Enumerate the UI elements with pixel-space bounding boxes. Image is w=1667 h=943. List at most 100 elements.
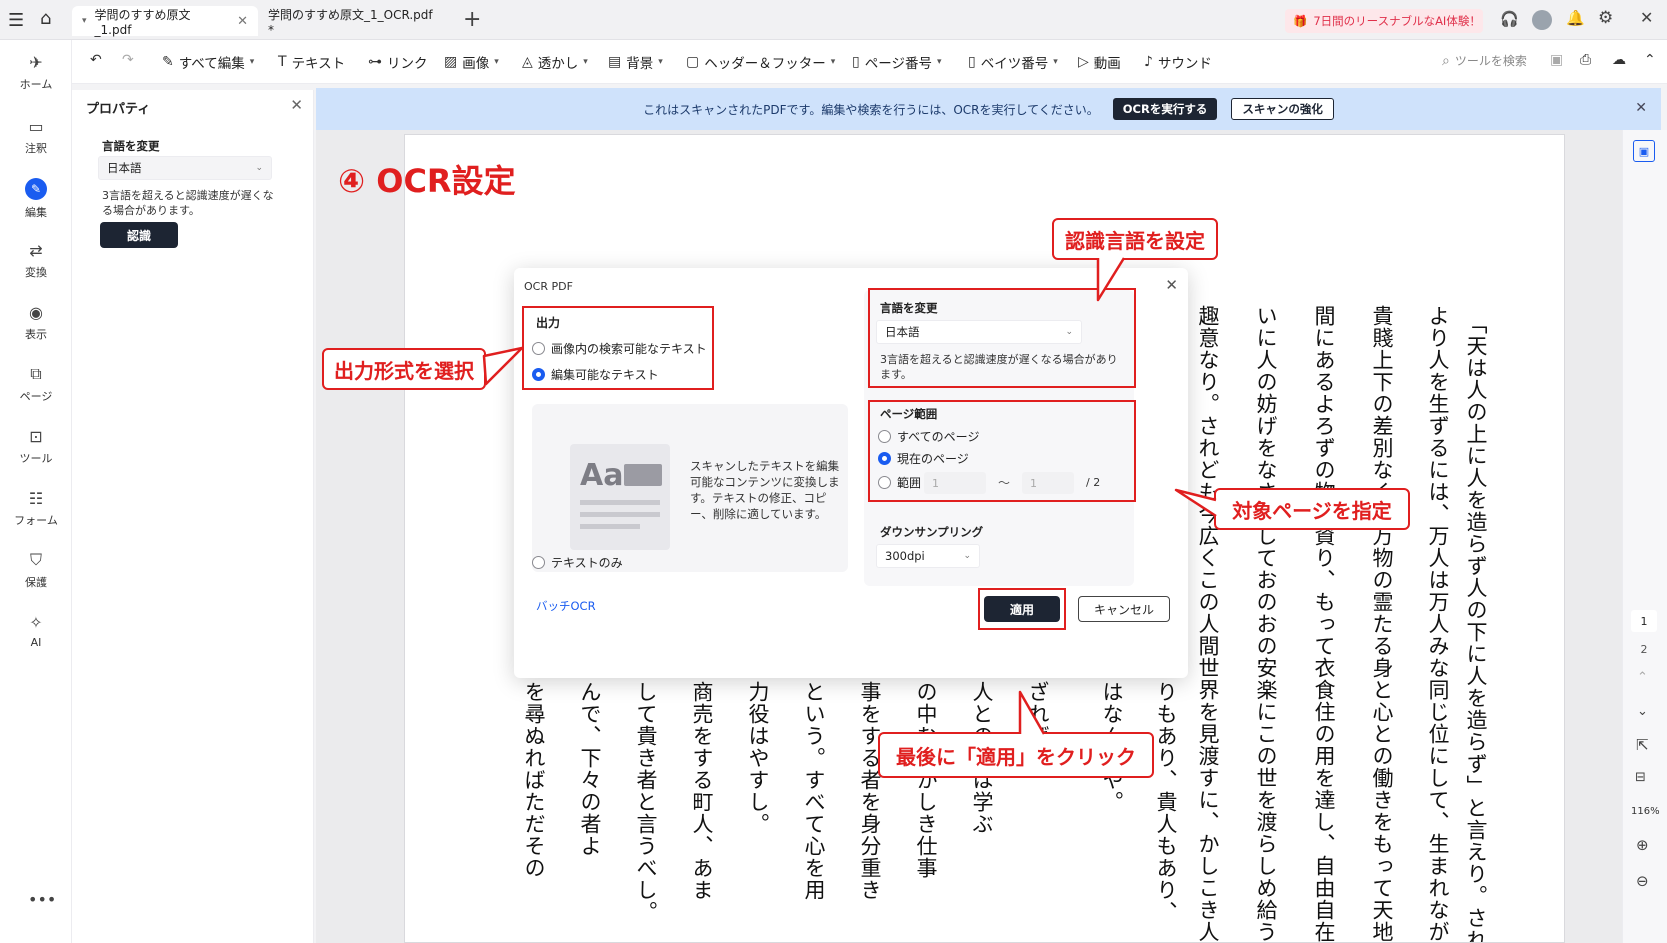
page-thumbnail-icon[interactable]: ▣ bbox=[1633, 140, 1655, 162]
tool-search-label: ツールを検索 bbox=[1454, 54, 1527, 68]
header-footer-button[interactable]: ▢ ヘッダー＆フッター ▾ bbox=[686, 52, 835, 72]
edit-all-button[interactable]: ✎ すべて編集 ▾ bbox=[162, 52, 254, 72]
video-button[interactable]: ▷ 動画 bbox=[1078, 52, 1121, 72]
language-select[interactable]: 日本語 ⌄ bbox=[98, 156, 272, 180]
background-icon: ▤ bbox=[608, 54, 622, 70]
cancel-button[interactable]: キャンセル bbox=[1078, 596, 1170, 622]
watermark-button[interactable]: ◬ 透かし ▾ bbox=[522, 52, 588, 72]
tool-search[interactable]: ⌕ ツールを検索 bbox=[1442, 52, 1527, 69]
rail-item-convert[interactable]: ⇄ 変換 bbox=[0, 240, 72, 280]
page-nav-1[interactable]: 1 bbox=[1631, 610, 1657, 632]
close-icon[interactable]: ✕ bbox=[290, 96, 303, 114]
text-column: より人を生ずるには、万人は万人みな同じ位にして、生まれながら bbox=[1426, 305, 1450, 943]
scan-banner: これはスキャンされたPDFです。編集や検索を行うには、OCRを実行してください。… bbox=[316, 88, 1661, 130]
promo-banner[interactable]: 🎁 7日間のリースナブルなAI体験！ bbox=[1285, 9, 1483, 33]
text-column: いに人の妨げをなさずしておのおの安楽にこの世を渡らしめ給うの bbox=[1254, 305, 1278, 943]
chevron-down-icon: ▾ bbox=[658, 57, 663, 67]
header-footer-icon: ▢ bbox=[686, 54, 700, 70]
bates-button[interactable]: ▯ ベイツ番号 ▾ bbox=[968, 52, 1058, 72]
enhance-scan-button[interactable]: スキャンの強化 bbox=[1231, 98, 1334, 120]
sound-button[interactable]: ♪ サウンド bbox=[1144, 52, 1212, 72]
close-icon[interactable]: ✕ bbox=[1635, 100, 1647, 116]
watermark-label: 透かし bbox=[537, 56, 579, 72]
rail-label: 変換 bbox=[25, 266, 47, 279]
page-number-button[interactable]: ▯ ページ番号 ▾ bbox=[852, 52, 941, 72]
save-button[interactable]: ▣ bbox=[1550, 52, 1563, 68]
rail-item-edit[interactable]: ✎ 編集 bbox=[0, 178, 72, 220]
zoom-in-icon[interactable]: ⊕ bbox=[1636, 836, 1649, 854]
text-label: テキスト bbox=[291, 56, 346, 72]
rail-label: 注釈 bbox=[25, 142, 47, 155]
text-column: の中むずかしき仕事 bbox=[914, 681, 938, 879]
run-ocr-button[interactable]: OCRを実行する bbox=[1112, 98, 1218, 120]
panel-title: プロパティ bbox=[86, 102, 151, 117]
magic-wand-icon: ✧ bbox=[29, 612, 43, 632]
radio-icon bbox=[532, 556, 545, 569]
text-column: はなんぞや。 bbox=[1099, 681, 1125, 941]
background-button[interactable]: ▤ 背景 ▾ bbox=[608, 52, 663, 72]
headset-icon[interactable]: 🎧 bbox=[1500, 10, 1519, 28]
chevron-down-icon[interactable]: ⌄ bbox=[1637, 704, 1648, 719]
new-tab-icon[interactable]: + bbox=[463, 7, 481, 32]
chevron-down-icon: ▾ bbox=[936, 57, 942, 67]
callout-pages: 対象ページを指定 bbox=[1214, 488, 1410, 530]
page-nav-2[interactable]: 2 bbox=[1631, 638, 1657, 660]
tab-document-2[interactable]: 学問のすすめ原文_1_OCR.pdf * bbox=[258, 6, 448, 37]
rail-item-protect[interactable]: ⛉ 保護 bbox=[0, 550, 72, 590]
right-rail: ▣ 1 2 ⌃ ⌄ ⇱ ⊟ 116% ⊕ ⊖ bbox=[1622, 130, 1667, 943]
bell-icon[interactable]: 🔔 bbox=[1566, 9, 1585, 27]
properties-panel: プロパティ ✕ 言語を変更 日本語 ⌄ 3言語を超えると認識速度が遅くなる場合が… bbox=[72, 90, 314, 943]
text-column: 間にあるよろずの物を資り、もって衣食住の用を達し、自由自在、互 bbox=[1312, 305, 1336, 943]
tab-document-1[interactable]: ▾ 学問のすすめ原文_1.pdf ✕ bbox=[72, 6, 258, 37]
rail-item-form[interactable]: ☷ フォーム bbox=[0, 488, 72, 528]
rail-item-ai[interactable]: ✧ AI bbox=[0, 612, 72, 650]
redo-button[interactable]: ↷ bbox=[122, 52, 134, 68]
rail-item-tools[interactable]: ⊡ ツール bbox=[0, 426, 72, 466]
close-icon[interactable]: ✕ bbox=[1165, 276, 1178, 294]
downsample-label: ダウンサンプリング bbox=[880, 525, 984, 539]
menu-icon[interactable]: ☰ bbox=[8, 10, 24, 31]
image-button[interactable]: ▨ 画像 ▾ bbox=[444, 52, 499, 72]
bates-icon: ▯ bbox=[968, 54, 976, 70]
toolbar: ↶ ↷ ✎ すべて編集 ▾ T テキスト ⊶ リンク ▨ 画像 ▾ ◬ 透かし ▾ ▤ 背景 ▾ ▢… bbox=[72, 40, 1667, 84]
rail-item-annotate[interactable]: ▭ 注釈 bbox=[0, 116, 72, 156]
avatar[interactable] bbox=[1532, 10, 1552, 30]
gear-icon[interactable]: ⚙ bbox=[1598, 8, 1613, 28]
undo-icon: ↶ bbox=[90, 52, 102, 68]
rail-item-view[interactable]: ◉ 表示 bbox=[0, 302, 72, 342]
chevron-up-icon[interactable]: ⌃ bbox=[1637, 670, 1648, 685]
downsample-value: 300dpi bbox=[885, 549, 925, 563]
zoom-out-icon[interactable]: ⊖ bbox=[1636, 872, 1649, 890]
image-icon: ▨ bbox=[444, 54, 458, 70]
text-column: んで、下々の者よ bbox=[578, 681, 602, 857]
callout-output: 出力形式を選択 bbox=[322, 348, 486, 390]
recognize-button[interactable]: 認識 bbox=[100, 222, 178, 248]
preview-line bbox=[580, 500, 660, 505]
undo-button[interactable]: ↶ bbox=[90, 52, 102, 68]
zoom-level[interactable]: 116% bbox=[1631, 806, 1660, 817]
text-column: 趣意なり。されども今広くこの人間世界を見渡すに、かしこき人あ bbox=[1196, 305, 1220, 943]
batch-ocr-link[interactable]: バッチOCR bbox=[536, 598, 596, 614]
rail-item-home[interactable]: ✈ ホーム bbox=[0, 52, 72, 92]
rail-label: AI bbox=[30, 636, 42, 649]
preview-line bbox=[580, 512, 660, 517]
rail-label: ホーム bbox=[19, 78, 53, 91]
sound-icon: ♪ bbox=[1144, 54, 1153, 70]
window-close-icon[interactable]: ✕ bbox=[1640, 8, 1653, 27]
downsample-select[interactable]: 300dpi ⌄ bbox=[876, 544, 980, 568]
rail-item-page[interactable]: ⧉ ページ bbox=[0, 364, 72, 404]
text-column: 商売をする町人、あま bbox=[690, 681, 714, 901]
close-tab-icon[interactable]: ✕ bbox=[237, 14, 248, 29]
home-icon[interactable]: ⌂ bbox=[40, 8, 51, 29]
link-button[interactable]: ⊶ リンク bbox=[368, 52, 428, 72]
print-button[interactable]: ⎙ bbox=[1580, 52, 1591, 68]
text-button[interactable]: T テキスト bbox=[278, 52, 345, 72]
cursor-icon[interactable]: ⇱ bbox=[1636, 736, 1649, 754]
radio-text-only[interactable]: テキストのみ bbox=[532, 554, 623, 571]
upload-button[interactable]: ☁ bbox=[1612, 52, 1626, 68]
collapse-button[interactable]: ⌃ bbox=[1644, 52, 1656, 68]
background-label: 背景 bbox=[626, 56, 654, 72]
fit-page-icon[interactable]: ⊟ bbox=[1635, 770, 1646, 785]
more-icon[interactable]: ••• bbox=[28, 890, 56, 909]
watermark-icon: ◬ bbox=[522, 54, 533, 70]
